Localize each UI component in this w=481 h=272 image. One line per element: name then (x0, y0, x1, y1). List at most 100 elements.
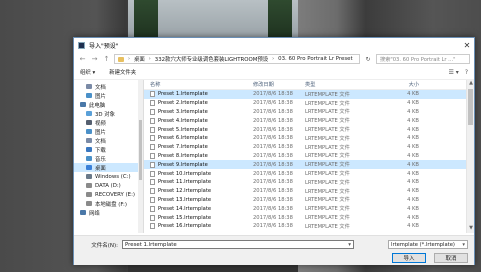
search-input[interactable]: 搜索"03. 60 Pro Portrait Lr ..." (376, 54, 470, 64)
file-type: LRTEMPLATE 文件 (305, 144, 350, 151)
nav-item[interactable]: 桌面 (74, 163, 143, 172)
nav-item[interactable]: 下载 (74, 145, 143, 154)
file-date: 2017/8/6 18:38 (253, 214, 293, 221)
refresh-icon[interactable]: ↻ (363, 56, 373, 63)
file-row[interactable]: Preset 11.lrtemplate 2017/8/6 18:38 LRTEMP… (144, 178, 474, 187)
file-name: Preset 10.lrtemplate (158, 170, 212, 177)
file-icon (150, 144, 155, 151)
forward-arrow-icon[interactable]: → (90, 55, 99, 63)
file-icon (150, 152, 155, 159)
column-header-date[interactable]: 修改日期 (253, 81, 305, 88)
nav-item[interactable]: 3D 对象 (74, 109, 143, 118)
file-name-cell: Preset 8.lrtemplate (144, 152, 253, 159)
nav-item[interactable]: 文档 (74, 82, 143, 91)
nav-item-icon (86, 111, 92, 116)
file-size: 4 KB (407, 196, 419, 203)
nav-item-label: 桌面 (95, 165, 106, 172)
scroll-down-icon[interactable]: ▼ (467, 225, 474, 233)
nav-item-label: 本地磁盘 (F:) (95, 201, 127, 208)
vertical-scrollbar[interactable]: ▲ ▼ (466, 80, 474, 233)
file-name-cell: Preset 1.lrtemplate (144, 91, 253, 98)
file-row[interactable]: Preset 8.lrtemplate 2017/8/6 18:38 LRTEMPL… (144, 152, 474, 161)
file-size: 4 KB (407, 144, 419, 151)
breadcrumb[interactable]: › 桌面 › 332款穴大师专业级调色套装LIGHTROOM预设 › 03. 6… (114, 54, 360, 64)
file-row[interactable]: Preset 9.lrtemplate 2017/8/6 18:38 LRTEMPL… (144, 160, 474, 170)
file-icon (150, 196, 155, 203)
file-row[interactable]: Preset 16.lrtemplate 2017/8/6 18:38 LRTEMP… (144, 222, 474, 231)
file-name: Preset 4.lrtemplate (158, 117, 208, 124)
file-row[interactable]: Preset 5.lrtemplate 2017/8/6 18:38 LRTEMPL… (144, 125, 474, 134)
nav-item[interactable]: 图片 (74, 127, 143, 136)
new-folder-button[interactable]: 新建文件夹 (109, 68, 136, 76)
scroll-up-icon[interactable]: ▲ (467, 80, 474, 88)
file-type: LRTEMPLATE 文件 (305, 100, 350, 107)
column-header-name[interactable]: 名称 (144, 81, 253, 88)
column-header-type[interactable]: 类型 (305, 81, 363, 88)
breadcrumb-item[interactable]: 332款穴大师专业级调色套装LIGHTROOM预设 (155, 55, 268, 63)
file-size: 4 KB (407, 205, 419, 212)
nav-item-icon (80, 102, 86, 107)
nav-item[interactable]: 文档 (74, 136, 143, 145)
scroll-thumb[interactable] (468, 89, 473, 125)
file-type-filter[interactable]: lrtemplate (*.lrtemplate) ▾ (388, 240, 468, 249)
view-options-icon[interactable]: ☰ ▾ (449, 69, 459, 76)
filename-input[interactable]: Preset 1.lrtemplate ▾ (122, 240, 354, 249)
file-row[interactable]: Preset 13.lrtemplate 2017/8/6 18:38 LRTEMP… (144, 196, 474, 205)
nav-item[interactable]: 视频 (74, 118, 143, 127)
import-dialog: 导入"预设" ✕ ← → ↑ › 桌面 › 332款穴大师专业级调色套装LIGH… (73, 37, 475, 265)
file-date: 2017/8/6 18:38 (253, 196, 293, 203)
nav-item-label: 视频 (95, 120, 106, 127)
cancel-button[interactable]: 取消 (434, 253, 468, 263)
column-header-size[interactable]: 大小 (363, 81, 423, 88)
organize-button[interactable]: 组织 ▾ (80, 68, 95, 76)
file-type: LRTEMPLATE 文件 (305, 135, 350, 142)
file-type: LRTEMPLATE 文件 (305, 118, 350, 125)
file-type: LRTEMPLATE 文件 (305, 91, 350, 98)
help-icon[interactable]: ? (465, 69, 468, 76)
file-row[interactable]: Preset 15.lrtemplate 2017/8/6 18:38 LRTEMP… (144, 213, 474, 222)
file-row[interactable]: Preset 14.lrtemplate 2017/8/6 18:38 LRTEMP… (144, 204, 474, 213)
nav-item-label: DATA (D:) (95, 182, 121, 189)
file-type: LRTEMPLATE 文件 (305, 223, 350, 230)
file-name-cell: Preset 7.lrtemplate (144, 144, 253, 151)
file-row[interactable]: Preset 6.lrtemplate 2017/8/6 18:38 LRTEMPL… (144, 134, 474, 143)
file-icon (150, 179, 155, 186)
file-row[interactable]: Preset 3.lrtemplate 2017/8/6 18:38 LRTEMPL… (144, 108, 474, 117)
nav-scroll-thumb[interactable] (139, 120, 142, 180)
tree-decoration (268, 0, 292, 38)
navigation-pane: 文档 图片 此电脑 3D 对象 视频 图片 文档 下载 音乐 桌面 Windows (C:) DATA… (74, 80, 144, 233)
file-row[interactable]: Preset 4.lrtemplate 2017/8/6 18:38 LRTEMPL… (144, 116, 474, 125)
nav-scrollbar[interactable] (138, 80, 143, 233)
close-icon[interactable]: ✕ (460, 41, 474, 50)
file-date: 2017/8/6 18:38 (253, 100, 293, 107)
breadcrumb-item[interactable]: 03. 60 Pro Portrait Lr Preset (278, 56, 352, 62)
file-size: 4 KB (407, 223, 419, 230)
nav-item[interactable]: 此电脑 (74, 100, 143, 109)
command-toolbar: 组织 ▾ 新建文件夹 ☰ ▾ ? (74, 66, 474, 78)
file-row[interactable]: Preset 1.lrtemplate 2017/8/6 18:38 LRTEMPL… (144, 90, 474, 99)
back-arrow-icon[interactable]: ← (78, 55, 87, 63)
chevron-down-icon[interactable]: ▾ (348, 242, 353, 248)
nav-item-icon (86, 165, 92, 170)
up-arrow-icon[interactable]: ↑ (102, 55, 111, 63)
filename-value[interactable]: Preset 1.lrtemplate (125, 242, 177, 248)
file-row[interactable]: Preset 7.lrtemplate 2017/8/6 18:38 LRTEMPL… (144, 143, 474, 152)
file-size: 4 KB (407, 161, 419, 168)
file-row[interactable]: Preset 10.lrtemplate 2017/8/6 18:38 LRTEMP… (144, 169, 474, 178)
nav-item-icon (86, 183, 92, 188)
file-row[interactable]: Preset 2.lrtemplate 2017/8/6 18:38 LRTEMPL… (144, 99, 474, 108)
nav-item[interactable]: 图片 (74, 91, 143, 100)
nav-item[interactable]: 网络 (74, 208, 143, 217)
nav-item[interactable]: 本地磁盘 (F:) (74, 199, 143, 208)
file-name: Preset 2.lrtemplate (158, 100, 208, 107)
import-button[interactable]: 导入 (392, 253, 426, 263)
file-type: LRTEMPLATE 文件 (305, 206, 350, 213)
nav-item[interactable]: Windows (C:) (74, 172, 143, 181)
file-row[interactable]: Preset 12.lrtemplate 2017/8/6 18:38 LRTEMP… (144, 187, 474, 196)
nav-item[interactable]: 音乐 (74, 154, 143, 163)
breadcrumb-item[interactable]: 桌面 (134, 55, 145, 63)
nav-item[interactable]: RECOVERY (E:) (74, 190, 143, 199)
nav-item[interactable]: DATA (D:) (74, 181, 143, 190)
file-date: 2017/8/6 18:38 (253, 126, 293, 133)
nav-item-icon (86, 201, 92, 206)
